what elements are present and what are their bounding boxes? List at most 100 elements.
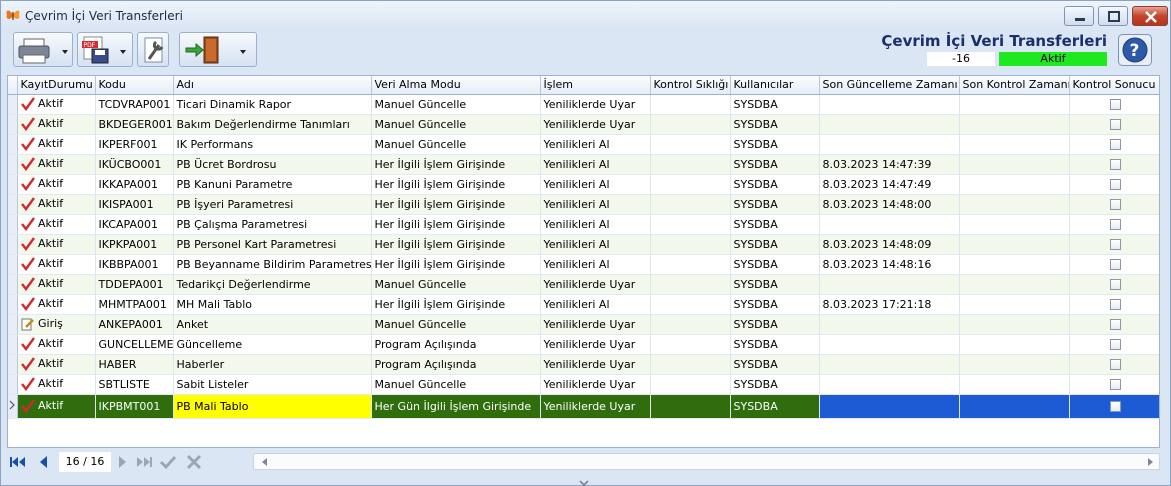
column-header-kodu[interactable]: Kodu: [95, 76, 174, 95]
cell-kontrol-sikligi: [650, 214, 731, 235]
cell-islem: Yenilikleri Al: [540, 194, 651, 215]
row-indicator[interactable]: [8, 314, 18, 335]
table-row[interactable]: Aktif IKKAPA001 PB Kanuni Parametre Her İlg…: [8, 174, 1159, 195]
kontrol-sonucu-checkbox[interactable]: [1109, 119, 1121, 130]
export-pdf-button[interactable]: PDF: [77, 32, 133, 67]
column-header-kontrol-sikligi[interactable]: Kontrol Sıklığı: [650, 76, 731, 95]
cell-islem: Yenilikleri Al: [540, 234, 651, 255]
table-row[interactable]: Aktif GUNCELLEME Güncelleme Program Açılışı…: [8, 334, 1159, 355]
exit-button[interactable]: [179, 32, 257, 67]
cell-kontrol-sonucu: [1069, 114, 1159, 135]
row-indicator[interactable]: [8, 334, 18, 355]
scroll-left-icon[interactable]: [260, 457, 270, 467]
row-indicator[interactable]: [8, 354, 18, 375]
cell-kontrol-sikligi: [650, 294, 731, 315]
kontrol-sonucu-checkbox[interactable]: [1109, 159, 1121, 170]
kontrol-sonucu-checkbox[interactable]: [1109, 219, 1121, 230]
table-row[interactable]: Aktif MHMTPA001 MH Mali Tablo Her İlgili İş…: [8, 294, 1159, 315]
table-row[interactable]: Aktif HABER Haberler Program Açılışında Yeni…: [8, 354, 1159, 375]
cell-islem: Yenilikleri Al: [540, 174, 651, 195]
cell-islem: Yenilikleri Al: [540, 134, 651, 155]
column-header-son-guncelleme[interactable]: Son Güncelleme Zamanı: [819, 76, 960, 95]
row-indicator[interactable]: [8, 234, 18, 255]
row-indicator[interactable]: [8, 394, 18, 419]
cell-son-kontrol: [959, 214, 1070, 235]
column-header-son-kontrol[interactable]: Son Kontrol Zamanı: [959, 76, 1070, 95]
transfer-grid[interactable]: KayıtDurumu Kodu Adı Veri Alma Modu İşle…: [7, 75, 1160, 448]
row-indicator[interactable]: [8, 94, 18, 115]
kontrol-sonucu-checkbox[interactable]: [1109, 359, 1121, 370]
table-row[interactable]: Aktif IKÜCBO001 PB Ücret Bordrosu Her İlgil…: [8, 154, 1159, 175]
kontrol-sonucu-checkbox[interactable]: [1109, 239, 1121, 250]
row-indicator[interactable]: [8, 194, 18, 215]
row-indicator[interactable]: [8, 134, 18, 155]
cell-kullanicilar: SYSDBA: [730, 334, 820, 355]
kontrol-sonucu-checkbox[interactable]: [1109, 339, 1121, 350]
next-record-icon[interactable]: [113, 453, 131, 471]
row-indicator[interactable]: [8, 214, 18, 235]
cell-kontrol-sikligi: [650, 154, 731, 175]
cell-kullanicilar: SYSDBA: [730, 274, 820, 295]
table-row[interactable]: Aktif IKPKPA001 PB Personel Kart Parametre…: [8, 234, 1159, 255]
resize-grip-icon[interactable]: [579, 480, 589, 486]
table-row[interactable]: Aktif TDDEPA001 Tedarikçi Değerlendirme Man…: [8, 274, 1159, 295]
row-indicator[interactable]: [8, 254, 18, 275]
kontrol-sonucu-checkbox[interactable]: [1109, 379, 1121, 390]
kontrol-sonucu-checkbox[interactable]: [1109, 199, 1121, 210]
table-row[interactable]: Aktif SBTLISTE Sabit Listeler Manuel Güncel…: [8, 374, 1159, 395]
table-row[interactable]: Aktif IKBBPA001 PB Beyanname Bildirim Para…: [8, 254, 1159, 275]
last-record-icon[interactable]: [135, 453, 153, 471]
status-label: Aktif: [38, 277, 64, 290]
cell-kullanicilar: SYSDBA: [730, 194, 820, 215]
row-indicator[interactable]: [8, 114, 18, 135]
confirm-icon[interactable]: [159, 453, 177, 471]
minimize-button[interactable]: [1064, 6, 1094, 26]
column-header-islem[interactable]: İşlem: [540, 76, 651, 95]
table-row[interactable]: Aktif TCDVRAP001 Ticari Dinamik Rapor Manue…: [8, 94, 1159, 115]
help-icon[interactable]: ?: [1118, 34, 1152, 66]
kontrol-sonucu-checkbox[interactable]: [1109, 259, 1121, 270]
cell-kullanicilar: SYSDBA: [730, 354, 820, 375]
maximize-button[interactable]: [1098, 6, 1128, 26]
table-row[interactable]: Aktif BKDEGER001 Bakım Değerlendirme Tanım…: [8, 114, 1159, 135]
cancel-icon[interactable]: [185, 453, 203, 471]
kontrol-sonucu-checkbox[interactable]: [1109, 319, 1121, 330]
main-window: Çevrim İçi Veri Transferleri PDF Çevrim …: [0, 0, 1171, 486]
kontrol-sonucu-checkbox[interactable]: [1109, 99, 1121, 110]
cell-veri-alma-modu: Her İlgili İşlem Girişinde: [371, 254, 541, 275]
kontrol-sonucu-checkbox[interactable]: [1109, 179, 1121, 190]
row-indicator[interactable]: [8, 294, 18, 315]
column-header-kayitdurumu[interactable]: KayıtDurumu: [17, 76, 96, 95]
column-header-adi[interactable]: Adı: [173, 76, 372, 95]
kontrol-sonucu-checkbox[interactable]: [1109, 299, 1121, 310]
cell-kontrol-sikligi: [650, 174, 731, 195]
column-header-veri-alma-modu[interactable]: Veri Alma Modu: [371, 76, 541, 95]
previous-record-icon[interactable]: [35, 453, 53, 471]
cell-veri-alma-modu: Program Açılışında: [371, 354, 541, 375]
table-row[interactable]: Giriş ANKEPA001 Anket Manuel Güncelle Yenili…: [8, 314, 1159, 335]
scroll-right-icon[interactable]: [1145, 457, 1155, 467]
row-indicator[interactable]: [8, 174, 18, 195]
print-button[interactable]: [13, 32, 73, 67]
cell-kontrol-sikligi: [650, 114, 731, 135]
row-indicator[interactable]: [8, 154, 18, 175]
kontrol-sonucu-checkbox[interactable]: [1109, 401, 1121, 412]
cell-kayitdurumu: Aktif: [17, 154, 96, 175]
table-row[interactable]: Aktif IKISPA001 PB İşyeri Parametresi Her İ…: [8, 194, 1159, 215]
settings-button[interactable]: [137, 32, 169, 67]
row-indicator[interactable]: [8, 274, 18, 295]
column-header-kullanicilar[interactable]: Kullanıcılar: [730, 76, 820, 95]
kontrol-sonucu-checkbox[interactable]: [1109, 139, 1121, 150]
first-record-icon[interactable]: [9, 453, 27, 471]
close-button[interactable]: [1132, 6, 1168, 26]
kontrol-sonucu-checkbox[interactable]: [1109, 279, 1121, 290]
column-header-kontrol-sonucu[interactable]: Kontrol Sonucu: [1069, 76, 1159, 95]
table-row[interactable]: Aktif IKPBMT001 PB Mali Tablo Her Gün İlgil…: [8, 394, 1159, 419]
table-row[interactable]: Aktif IKCAPA001 PB Çalışma Parametresi Her …: [8, 214, 1159, 235]
horizontal-scrollbar[interactable]: [253, 453, 1160, 470]
table-row[interactable]: Aktif IKPERF001 IK Performans Manuel Güncel…: [8, 134, 1159, 155]
row-indicator[interactable]: [8, 374, 18, 395]
cell-kullanicilar: SYSDBA: [730, 294, 820, 315]
status-badge: Aktif: [999, 52, 1107, 66]
close-icon: [1145, 11, 1157, 23]
